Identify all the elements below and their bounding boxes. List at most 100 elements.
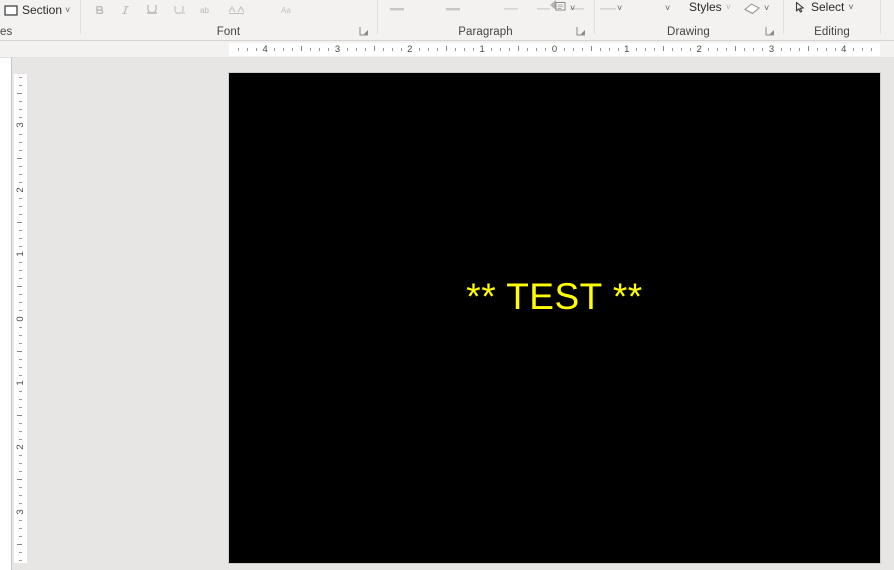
strikethrough-icon[interactable]: ab [199, 6, 215, 14]
ruler-tick [436, 48, 438, 51]
font-dialog-launcher[interactable] [359, 26, 370, 37]
ruler-tick [19, 133, 22, 135]
ruler-tick [599, 48, 601, 51]
align-left-icon[interactable] [504, 6, 520, 12]
slide-thumbnail-panel[interactable] [0, 58, 12, 570]
ruler-tick [19, 85, 22, 87]
shape-styles-label: Styles [689, 0, 722, 14]
horizontal-ruler[interactable]: 4 3 2 1 0 1 2 3 4 [0, 41, 894, 58]
character-spacing-icon[interactable] [228, 6, 245, 14]
ruler-tick [17, 157, 22, 159]
shape-fill-button[interactable]: ˅ [743, 2, 769, 15]
slide-workspace: ** TEST ** [0, 58, 894, 570]
ruler-tick [19, 423, 22, 425]
ruler-tick-label: 3 [15, 508, 26, 515]
slide-title-text[interactable]: ** TEST ** [229, 276, 880, 319]
ruler-tick [870, 48, 872, 51]
ruler-tick [364, 48, 366, 51]
ruler-tick-label: 4 [841, 44, 847, 55]
ruler-tick [563, 48, 565, 51]
ruler-tick [17, 415, 22, 416]
ruler-tick [19, 141, 22, 143]
slide-canvas[interactable]: ** TEST ** [229, 73, 880, 563]
ruler-tick [780, 48, 782, 51]
ruler-tick [19, 302, 22, 304]
ruler-tick [590, 46, 592, 51]
underline-icon[interactable] [145, 5, 159, 14]
ruler-tick [19, 358, 22, 360]
ruler-tick [545, 48, 547, 51]
ruler-tick [672, 48, 674, 51]
ribbon-group-label-drawing: Drawing [667, 26, 710, 38]
ruler-tick [346, 48, 348, 51]
ruler-tick-label: 3 [768, 44, 775, 55]
shape-fill-icon [743, 2, 761, 15]
ruler-tick [19, 278, 22, 280]
ribbon-group-label-editing: Editing [814, 26, 850, 38]
shape-styles-button[interactable]: Styles ˅ [689, 0, 731, 16]
chevron-down-icon[interactable]: ˅ [65, 5, 70, 15]
ruler-tick [355, 48, 357, 51]
ruler-tick [19, 390, 22, 392]
select-button-label: Select [811, 0, 845, 14]
ruler-tick [744, 48, 746, 51]
ruler-tick [608, 48, 610, 51]
ruler-tick [19, 270, 22, 272]
ruler-tick [635, 48, 637, 51]
ribbon: Section ˅ es ab Aa Font Paragraph ˅ ˅ ˅ … [0, 0, 894, 41]
ruler-tick-label: 2 [15, 187, 26, 193]
ruler-tick-label: 3 [15, 122, 26, 129]
chevron-down-icon[interactable]: ˅ [848, 2, 853, 12]
text-shadow-icon[interactable] [172, 5, 186, 14]
svg-text:ab: ab [200, 6, 209, 14]
ruler-tick [256, 48, 258, 51]
numbering-icon[interactable] [442, 6, 462, 12]
ruler-tick [19, 503, 22, 505]
bullets-icon[interactable] [386, 6, 406, 12]
ruler-tick [382, 48, 384, 51]
chevron-down-icon[interactable]: ˅ [570, 3, 575, 13]
ruler-tick [708, 48, 710, 51]
ruler-tick [753, 48, 755, 51]
ruler-tick [19, 519, 22, 521]
shapes-gallery-chevron-down-icon[interactable]: ˅ [617, 3, 622, 13]
ruler-tick [310, 48, 312, 51]
bold-icon[interactable] [93, 6, 107, 14]
slide-area: ** TEST ** [229, 73, 880, 563]
section-button[interactable]: Section ˅ [0, 3, 70, 19]
ruler-tick [807, 46, 809, 51]
ruler-tick [301, 46, 303, 51]
ruler-tick [19, 109, 22, 111]
vertical-ruler[interactable]: 3 2 1 0 1 2 3 [14, 74, 27, 563]
svg-text:Aa: Aa [281, 6, 291, 14]
ruler-tick [518, 46, 520, 51]
ruler-tick [19, 551, 22, 553]
ruler-tick [19, 230, 22, 232]
chevron-down-icon[interactable]: ˅ [764, 3, 769, 13]
ruler-tick [418, 48, 420, 51]
ruler-tick [19, 366, 22, 368]
ruler-tick [19, 101, 22, 103]
convert-to-smartart-button[interactable]: ˅ [546, 0, 590, 41]
ruler-tick [19, 406, 22, 408]
ruler-tick [19, 535, 22, 537]
ribbon-group-label-slides: es [0, 26, 13, 38]
ruler-tick [17, 93, 22, 95]
arrange-chevron-down-icon[interactable]: ˅ [665, 3, 670, 13]
ruler-tick [391, 48, 393, 51]
ruler-tick-label: 2 [15, 444, 26, 450]
select-button[interactable]: Select ˅ [794, 0, 854, 16]
drawing-dialog-launcher[interactable] [765, 26, 776, 37]
italic-icon[interactable] [120, 6, 132, 14]
ruler-tick [789, 48, 791, 51]
section-icon [4, 4, 19, 17]
ruler-tick [473, 48, 475, 51]
ruler-tick-label: 1 [624, 44, 630, 55]
ruler-tick-label: 2 [407, 44, 413, 55]
ruler-tick [19, 471, 22, 473]
change-case-icon[interactable]: Aa [280, 6, 298, 14]
chevron-down-icon[interactable]: ˅ [726, 2, 731, 12]
ruler-tick-label: 2 [696, 44, 702, 55]
horizontal-ruler-track[interactable]: 4 3 2 1 0 1 2 3 4 [229, 43, 880, 56]
ruler-tick [735, 46, 737, 51]
